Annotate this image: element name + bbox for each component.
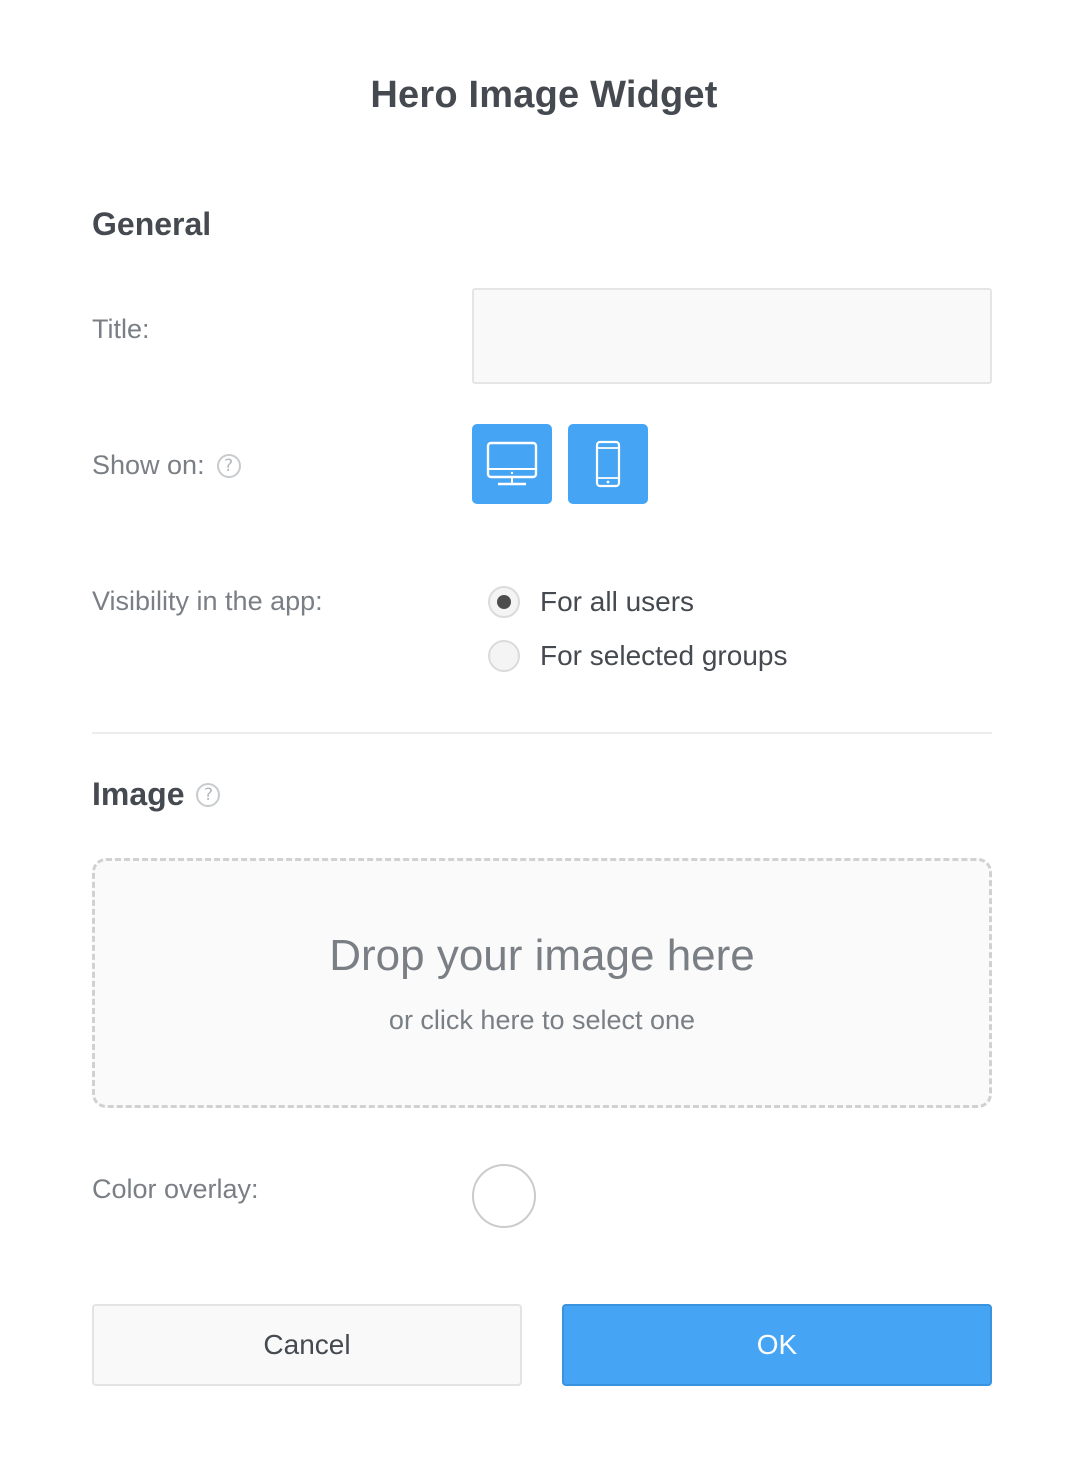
help-icon[interactable]: ?: [196, 782, 221, 807]
dialog-title: Hero Image Widget: [370, 74, 718, 116]
section-heading-image-text: Image: [92, 776, 185, 812]
radio-for-selected-groups[interactable]: For selected groups: [488, 640, 787, 672]
mobile-phone-icon: [595, 440, 621, 488]
show-on-mobile-toggle[interactable]: [568, 424, 648, 504]
radio-dot: [497, 595, 511, 609]
title-input[interactable]: [472, 288, 992, 384]
section-heading-image: Image ?: [92, 776, 221, 813]
show-on-label-text: Show on:: [92, 450, 205, 480]
show-on-desktop-toggle[interactable]: [472, 424, 552, 504]
visibility-label-text: Visibility in the app:: [92, 586, 323, 616]
radio-for-all-users[interactable]: For all users: [488, 586, 694, 618]
cancel-button[interactable]: Cancel: [92, 1304, 522, 1386]
section-divider: [92, 732, 992, 734]
radio-label-selected-groups: For selected groups: [540, 640, 788, 671]
dropzone-title: Drop your image here: [329, 931, 755, 980]
radio-label-all-users: For all users: [540, 586, 695, 617]
section-heading-general: General: [92, 206, 212, 242]
ok-button[interactable]: OK: [562, 1304, 992, 1386]
help-icon[interactable]: ?: [216, 453, 241, 478]
title-label: Title:: [92, 314, 150, 345]
color-overlay-label-text: Color overlay:: [92, 1174, 259, 1204]
image-dropzone[interactable]: Drop your image here or click here to se…: [92, 858, 992, 1108]
radio-button-unselected[interactable]: [488, 640, 520, 672]
title-label-text: Title:: [92, 314, 150, 344]
color-overlay-label: Color overlay:: [92, 1174, 259, 1205]
color-overlay-picker[interactable]: [472, 1164, 536, 1228]
visibility-label: Visibility in the app:: [92, 586, 323, 617]
dropzone-subtitle: or click here to select one: [388, 1005, 696, 1035]
show-on-label: Show on: ?: [92, 450, 241, 481]
desktop-icon: [486, 441, 538, 486]
radio-button-selected[interactable]: [488, 586, 520, 618]
